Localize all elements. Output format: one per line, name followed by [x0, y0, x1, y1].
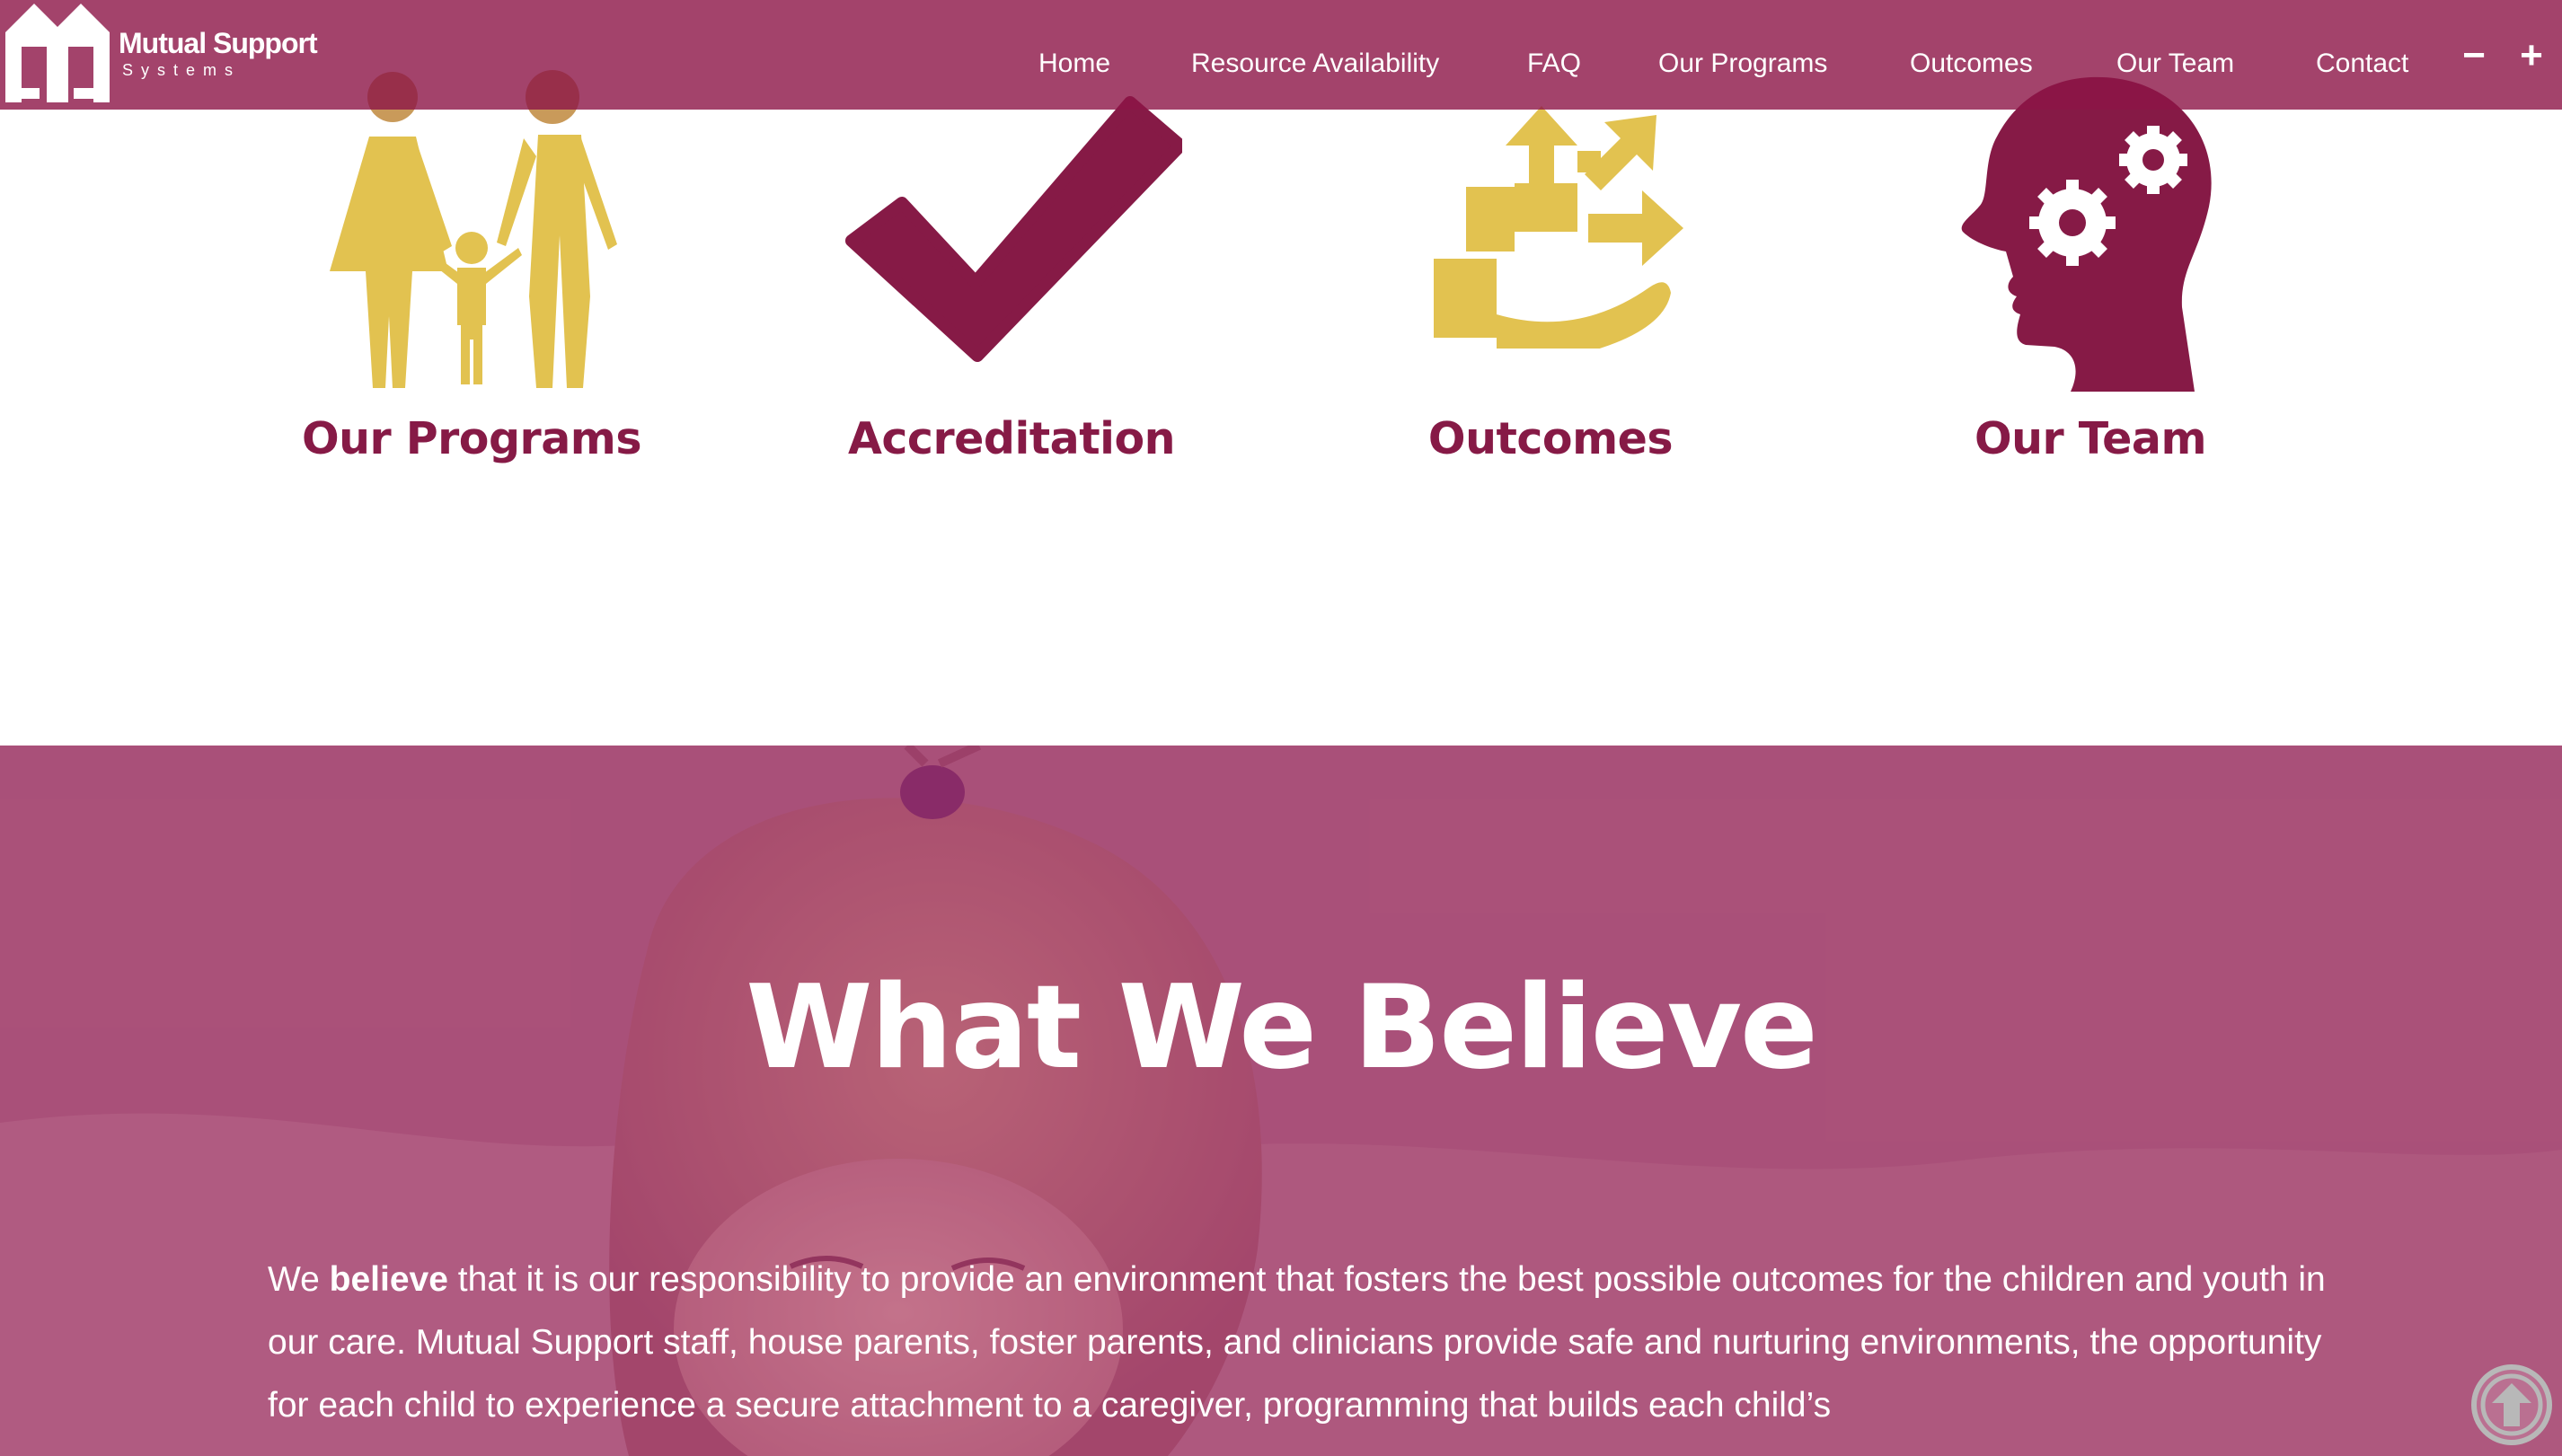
checkmark-icon — [845, 96, 1182, 362]
feature-label: Outcomes — [1427, 413, 1674, 464]
zoom-out-button[interactable]: − — [2456, 36, 2492, 75]
nav-contact[interactable]: Contact — [2316, 49, 2408, 79]
belief-paragraph: We believe that it is our responsibility… — [268, 1249, 2334, 1437]
scroll-to-top-button[interactable] — [2469, 1362, 2555, 1448]
belief-text-rest: that it is our responsibility to provide… — [268, 1260, 2326, 1425]
belief-section: What We Believe We believe that it is ou… — [0, 746, 2562, 1456]
family-icon — [330, 70, 617, 388]
zoom-in-button[interactable]: + — [2513, 36, 2549, 75]
nav-our-team[interactable]: Our Team — [2116, 49, 2234, 79]
belief-title: What We Believe — [746, 961, 1818, 1095]
feature-label: Our Team — [1974, 413, 2207, 464]
belief-text-bold: believe — [329, 1260, 448, 1299]
logo-name: Mutual Support — [119, 27, 318, 59]
nav-home[interactable]: Home — [1038, 49, 1110, 79]
feature-label: Accreditation — [847, 413, 1176, 464]
growth-hand-icon — [1434, 106, 1683, 349]
houses-logo-icon — [5, 4, 110, 102]
nav-resource-availability[interactable]: Resource Availability — [1191, 49, 1439, 79]
feature-label: Our Programs — [301, 413, 642, 464]
nav-our-programs[interactable]: Our Programs — [1658, 49, 1827, 79]
site-header: Mutual Support Systems Home Resource Ava… — [0, 0, 2562, 110]
logo[interactable]: Mutual Support Systems — [5, 2, 318, 104]
belief-text-prefix: We — [268, 1260, 330, 1299]
logo-subtitle: Systems — [122, 61, 242, 79]
nav-outcomes[interactable]: Outcomes — [1910, 49, 2033, 79]
head-gears-icon — [1961, 76, 2212, 392]
nav-faq[interactable]: FAQ — [1527, 49, 1581, 79]
